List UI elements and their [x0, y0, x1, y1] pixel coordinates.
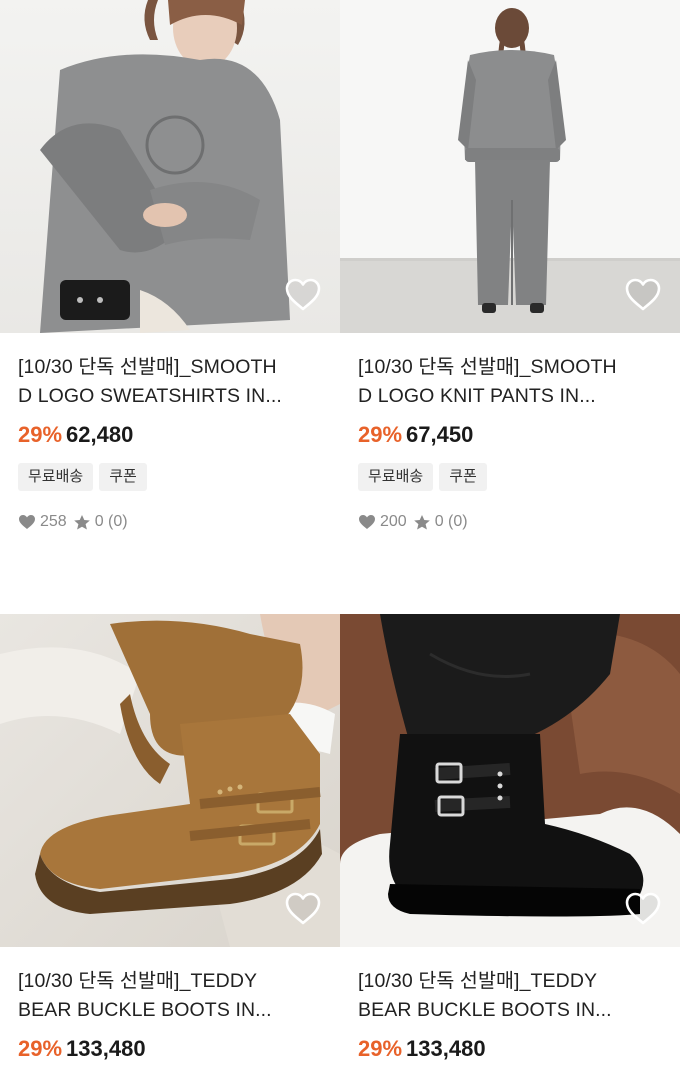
sale-price: 67,450 — [406, 422, 474, 447]
product-card[interactable]: [10/30 단독 선발매]_TEDDY BEAR BUCKLE BOOTS I… — [0, 614, 340, 1062]
discount-rate: 29% — [358, 1036, 403, 1061]
product-title-line: [10/30 단독 선발매]_SMOOTH — [358, 356, 617, 378]
like-count: 200 — [380, 513, 407, 530]
discount-rate: 29% — [18, 1036, 63, 1061]
price-row: 29% 133,480 — [18, 1036, 322, 1062]
heart-filled-icon — [19, 515, 35, 529]
product-image[interactable] — [0, 614, 340, 947]
wishlist-heart-icon[interactable] — [284, 277, 322, 313]
coupon-badge: 쿠폰 — [99, 463, 147, 491]
discount-rate: 29% — [18, 422, 63, 447]
sale-price: 133,480 — [66, 1036, 146, 1061]
free-shipping-badge: 무료배송 — [18, 463, 94, 491]
star-icon — [73, 514, 90, 529]
discount-rate: 29% — [358, 422, 403, 447]
product-title[interactable]: [10/30 단독 선발매]_SMOOTH D LOGO SWEATSHIRTS… — [18, 353, 322, 411]
product-card[interactable]: [10/30 단독 선발매]_SMOOTH D LOGO KNIT PANTS … — [340, 0, 680, 531]
rating-summary: 0 (0) — [94, 513, 128, 530]
product-title-line: D LOGO KNIT PANTS IN... — [358, 385, 596, 407]
price-row: 29% 67,450 — [358, 422, 662, 448]
product-image[interactable] — [0, 0, 340, 333]
price-row: 29% 133,480 — [358, 1036, 662, 1062]
badge-list: 무료배송 쿠폰 — [18, 463, 322, 491]
product-card[interactable]: [10/30 단독 선발매]_TEDDY BEAR BUCKLE BOOTS I… — [340, 614, 680, 1062]
product-title-line: BEAR BUCKLE BOOTS IN... — [18, 999, 272, 1021]
free-shipping-badge: 무료배송 — [358, 463, 434, 491]
wishlist-heart-icon[interactable] — [284, 891, 322, 927]
product-stats: 258 0 (0) — [18, 513, 322, 531]
coupon-badge: 쿠폰 — [439, 463, 487, 491]
product-image[interactable] — [340, 0, 680, 333]
product-title[interactable]: [10/30 단독 선발매]_SMOOTH D LOGO KNIT PANTS … — [358, 353, 662, 411]
badge-list: 무료배송 쿠폰 — [358, 463, 662, 491]
product-title-line: [10/30 단독 선발매]_TEDDY — [358, 970, 598, 992]
product-title-line: [10/30 단독 선발매]_SMOOTH — [18, 356, 277, 378]
product-title-line: D LOGO SWEATSHIRTS IN... — [18, 385, 282, 407]
like-count: 258 — [40, 513, 67, 530]
product-title-line: BEAR BUCKLE BOOTS IN... — [358, 999, 612, 1021]
rating-summary: 0 (0) — [434, 513, 468, 530]
product-title[interactable]: [10/30 단독 선발매]_TEDDY BEAR BUCKLE BOOTS I… — [358, 967, 662, 1025]
product-grid: [10/30 단독 선발매]_SMOOTH D LOGO SWEATSHIRTS… — [0, 0, 680, 1079]
product-stats: 200 0 (0) — [358, 513, 662, 531]
heart-filled-icon — [359, 515, 375, 529]
product-card[interactable]: [10/30 단독 선발매]_SMOOTH D LOGO SWEATSHIRTS… — [0, 0, 340, 531]
wishlist-heart-icon[interactable] — [624, 277, 662, 313]
product-title-line: [10/30 단독 선발매]_TEDDY — [18, 970, 258, 992]
star-icon — [413, 514, 430, 529]
product-image[interactable] — [340, 614, 680, 947]
product-title[interactable]: [10/30 단독 선발매]_TEDDY BEAR BUCKLE BOOTS I… — [18, 967, 322, 1025]
price-row: 29% 62,480 — [18, 422, 322, 448]
sale-price: 133,480 — [406, 1036, 486, 1061]
sale-price: 62,480 — [66, 422, 134, 447]
wishlist-heart-icon[interactable] — [624, 891, 662, 927]
